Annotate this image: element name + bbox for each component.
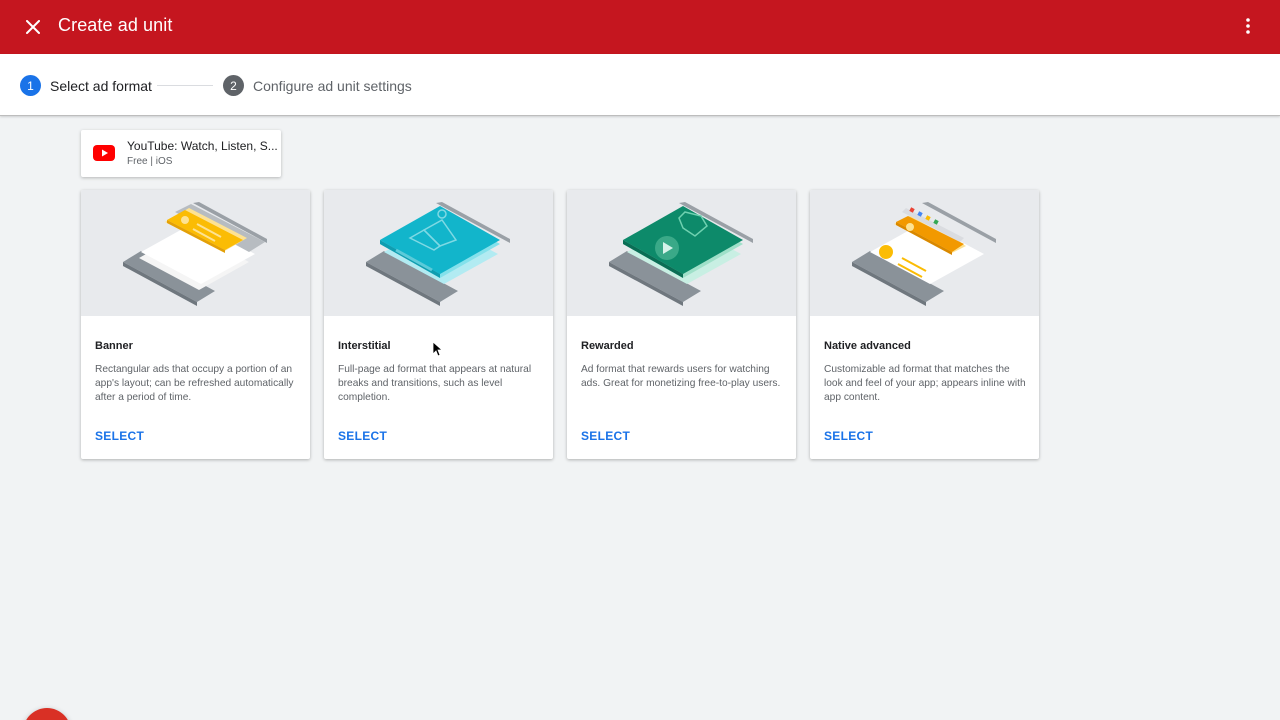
selected-app-chip[interactable]: YouTube: Watch, Listen, S... Free | iOS [81, 130, 281, 177]
step-label: Select ad format [50, 77, 152, 94]
stepper: 1 Select ad format 2 Configure ad unit s… [0, 54, 1280, 116]
format-description: Full-page ad format that appears at natu… [338, 364, 532, 404]
step-number: 1 [20, 75, 41, 96]
rewarded-illustration [567, 190, 796, 316]
step-configure-settings[interactable]: 2 Configure ad unit settings [223, 75, 412, 96]
step-number: 2 [223, 75, 244, 96]
format-title: Banner [95, 340, 133, 352]
select-banner-button[interactable]: SELECT [95, 429, 144, 443]
format-description: Customizable ad format that matches the … [824, 364, 1026, 404]
interstitial-illustration [324, 190, 553, 316]
close-icon[interactable] [20, 14, 46, 40]
format-title: Interstitial [338, 340, 391, 352]
floating-action-button[interactable] [23, 708, 71, 720]
banner-illustration [81, 190, 310, 316]
format-title: Rewarded [581, 340, 634, 352]
format-card-banner: Banner Rectangular ads that occupy a por… [81, 190, 310, 459]
format-card-native-advanced: Native advanced Customizable ad format t… [810, 190, 1039, 459]
more-vert-icon[interactable] [1238, 13, 1258, 39]
page-title: Create ad unit [58, 15, 173, 35]
mouse-cursor-icon [432, 341, 444, 362]
native-advanced-illustration [810, 190, 1039, 316]
select-native-advanced-button[interactable]: SELECT [824, 429, 873, 443]
youtube-icon [93, 145, 115, 166]
select-rewarded-button[interactable]: SELECT [581, 429, 630, 443]
app-name: YouTube: Watch, Listen, S... [127, 139, 278, 153]
format-card-rewarded: Rewarded Ad format that rewards users fo… [567, 190, 796, 459]
step-label: Configure ad unit settings [253, 77, 412, 94]
step-connector [157, 85, 213, 86]
app-meta: Free | iOS [127, 156, 173, 167]
format-description: Ad format that rewards users for watchin… [581, 364, 781, 390]
format-description: Rectangular ads that occupy a portion of… [95, 364, 294, 404]
format-title: Native advanced [824, 340, 911, 352]
app-bar: Create ad unit [0, 0, 1280, 54]
step-select-ad-format[interactable]: 1 Select ad format [20, 75, 152, 96]
select-interstitial-button[interactable]: SELECT [338, 429, 387, 443]
format-card-interstitial: Interstitial Full-page ad format that ap… [324, 190, 553, 459]
